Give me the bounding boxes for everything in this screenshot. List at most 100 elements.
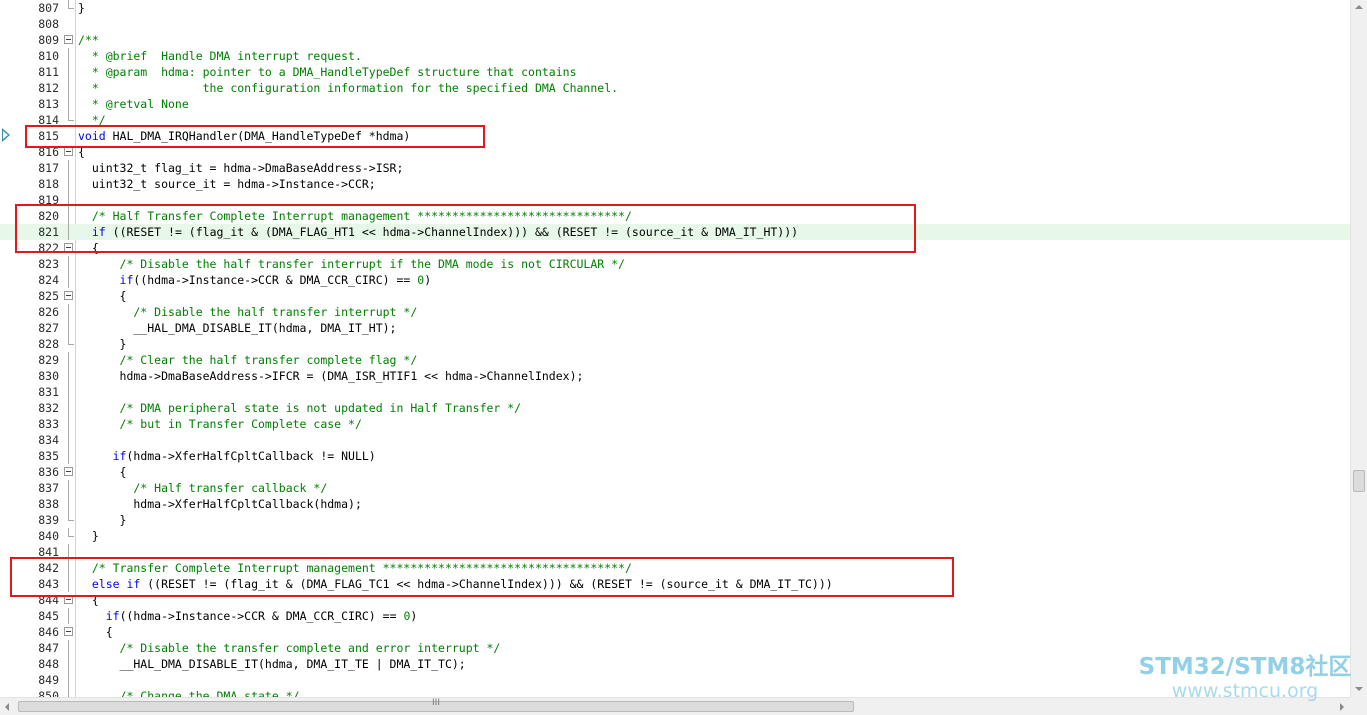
fold-guide — [68, 480, 69, 496]
comment-token: /** — [78, 33, 99, 47]
code-line-832[interactable]: 832 /* DMA peripheral state is not updat… — [0, 400, 1350, 416]
scroll-right-arrow-icon[interactable] — [1340, 703, 1344, 711]
fold-toggle-icon[interactable] — [64, 291, 73, 300]
code-line-824[interactable]: 824 if((hdma->Instance->CCR & DMA_CCR_CI… — [0, 272, 1350, 288]
fold-toggle-icon[interactable] — [64, 467, 73, 476]
code-text: { — [78, 464, 127, 480]
line-number: 850 — [38, 689, 59, 697]
code-text: } — [78, 336, 127, 352]
line-number: 812 — [38, 81, 59, 95]
fold-guide — [68, 672, 69, 688]
scroll-down-arrow-icon[interactable] — [1355, 687, 1363, 691]
fold-end-guide — [68, 336, 74, 345]
code-line-808[interactable]: 808 — [0, 16, 1350, 32]
line-number: 829 — [38, 353, 59, 367]
code-editor[interactable]: 807} 808 809 /** 810 * @brief Handle DMA int… — [0, 0, 1350, 697]
keyword-token: if — [119, 273, 134, 287]
code-line-812[interactable]: 812 * the configuration information for … — [0, 80, 1350, 96]
line-number: 817 — [38, 161, 59, 175]
vertical-scrollbar[interactable] — [1350, 0, 1367, 697]
comment-token: /* DMA peripheral state is not updated i… — [78, 401, 522, 415]
scroll-left-arrow-icon[interactable] — [5, 703, 9, 711]
line-number: 828 — [38, 337, 59, 351]
code-line-838[interactable]: 838 hdma->XferHalfCpltCallback(hdma); — [0, 496, 1350, 512]
scroll-up-arrow-icon[interactable] — [1355, 5, 1363, 9]
fold-guide — [68, 416, 69, 432]
code-line-828[interactable]: 828 } — [0, 336, 1350, 352]
fold-guide — [68, 272, 69, 288]
code-line-807[interactable]: 807} — [0, 0, 1350, 16]
line-number: 827 — [38, 321, 59, 335]
code-token: __HAL_DMA_DISABLE_IT(hdma, DMA_IT_TE | D… — [78, 657, 466, 671]
line-number: 808 — [38, 17, 59, 31]
line-number: 813 — [38, 97, 59, 111]
current-position-arrow-icon-inner — [3, 131, 8, 139]
code-line-830[interactable]: 830 hdma->DmaBaseAddress->IFCR = (DMA_IS… — [0, 368, 1350, 384]
code-line-833[interactable]: 833 /* but in Transfer Complete case */ — [0, 416, 1350, 432]
code-line-840[interactable]: 840 } — [0, 528, 1350, 544]
code-line-846[interactable]: 846 { — [0, 624, 1350, 640]
comment-token: * @param hdma: pointer to a DMA_HandleTy… — [78, 65, 577, 79]
code-line-817[interactable]: 817 uint32_t flag_it = hdma->DmaBaseAddr… — [0, 160, 1350, 176]
fold-guide — [68, 160, 69, 176]
code-line-826[interactable]: 826 /* Disable the half transfer interru… — [0, 304, 1350, 320]
line-number: 847 — [38, 641, 59, 655]
code-text: * @param hdma: pointer to a DMA_HandleTy… — [78, 64, 577, 80]
code-text: /* Disable the half transfer interrupt *… — [78, 304, 417, 320]
code-line-823[interactable]: 823 /* Disable the half transfer interru… — [0, 256, 1350, 272]
fold-guide — [68, 96, 69, 112]
line-number: 833 — [38, 417, 59, 431]
code-token: uint32_t source_it = hdma->Instance->CCR… — [78, 177, 376, 191]
code-line-849[interactable]: 849 — [0, 672, 1350, 688]
fold-guide — [68, 64, 69, 80]
code-line-837[interactable]: 837 /* Half transfer callback */ — [0, 480, 1350, 496]
comment-token: /* Disable the half transfer interrupt *… — [78, 305, 418, 319]
scrollbar-corner — [1350, 697, 1367, 715]
code-token: } — [78, 1, 85, 15]
fold-guide — [68, 176, 69, 192]
horizontal-scroll-thumb[interactable]: III — [18, 698, 854, 712]
code-token: { — [78, 625, 113, 639]
code-line-836[interactable]: 836 { — [0, 464, 1350, 480]
code-line-848[interactable]: 848 __HAL_DMA_DISABLE_IT(hdma, DMA_IT_TE… — [0, 656, 1350, 672]
code-text: __HAL_DMA_DISABLE_IT(hdma, DMA_IT_HT); — [78, 320, 396, 336]
fold-guide — [68, 384, 69, 400]
fold-toggle-icon[interactable] — [64, 627, 73, 636]
vertical-scroll-thumb[interactable] — [1353, 470, 1365, 492]
fold-guide — [68, 80, 69, 96]
horizontal-scrollbar[interactable]: III — [0, 697, 1350, 715]
code-line-834[interactable]: 834 — [0, 432, 1350, 448]
code-line-845[interactable]: 845 if((hdma->Instance->CCR & DMA_CCR_CI… — [0, 608, 1350, 624]
code-text: * @brief Handle DMA interrupt request. — [78, 48, 362, 64]
fold-guide — [68, 640, 69, 656]
code-line-829[interactable]: 829 /* Clear the half transfer complete … — [0, 352, 1350, 368]
code-line-813[interactable]: 813 * @retval None — [0, 96, 1350, 112]
code-line-818[interactable]: 818 uint32_t source_it = hdma->Instance-… — [0, 176, 1350, 192]
highlight-box-820-822 — [15, 204, 916, 253]
code-text: /** — [78, 32, 99, 48]
code-line-835[interactable]: 835 if(hdma->XferHalfCpltCallback != NUL… — [0, 448, 1350, 464]
code-line-827[interactable]: 827 __HAL_DMA_DISABLE_IT(hdma, DMA_IT_HT… — [0, 320, 1350, 336]
line-number: 834 — [38, 433, 59, 447]
code-line-831[interactable]: 831 — [0, 384, 1350, 400]
code-line-839[interactable]: 839 } — [0, 512, 1350, 528]
code-line-809[interactable]: 809 /** — [0, 32, 1350, 48]
code-text: /* Disable the half transfer interrupt i… — [78, 256, 625, 272]
code-line-847[interactable]: 847 /* Disable the transfer complete and… — [0, 640, 1350, 656]
line-number: 811 — [38, 65, 59, 79]
line-number: 846 — [38, 625, 59, 639]
code-text: hdma->XferHalfCpltCallback(hdma); — [78, 496, 362, 512]
code-text: * @retval None — [78, 96, 189, 112]
fold-end-guide — [68, 112, 74, 121]
fold-toggle-icon[interactable] — [64, 147, 73, 156]
line-number: 840 — [38, 529, 59, 543]
code-line-810[interactable]: 810 * @brief Handle DMA interrupt reques… — [0, 48, 1350, 64]
code-line-811[interactable]: 811 * @param hdma: pointer to a DMA_Hand… — [0, 64, 1350, 80]
code-line-825[interactable]: 825 { — [0, 288, 1350, 304]
code-token: ) — [410, 609, 418, 623]
line-number: 809 — [38, 33, 59, 47]
fold-guide — [68, 608, 69, 624]
fold-toggle-icon[interactable] — [64, 35, 73, 44]
code-line-850[interactable]: 850 /* Change the DMA state */ — [0, 688, 1350, 697]
